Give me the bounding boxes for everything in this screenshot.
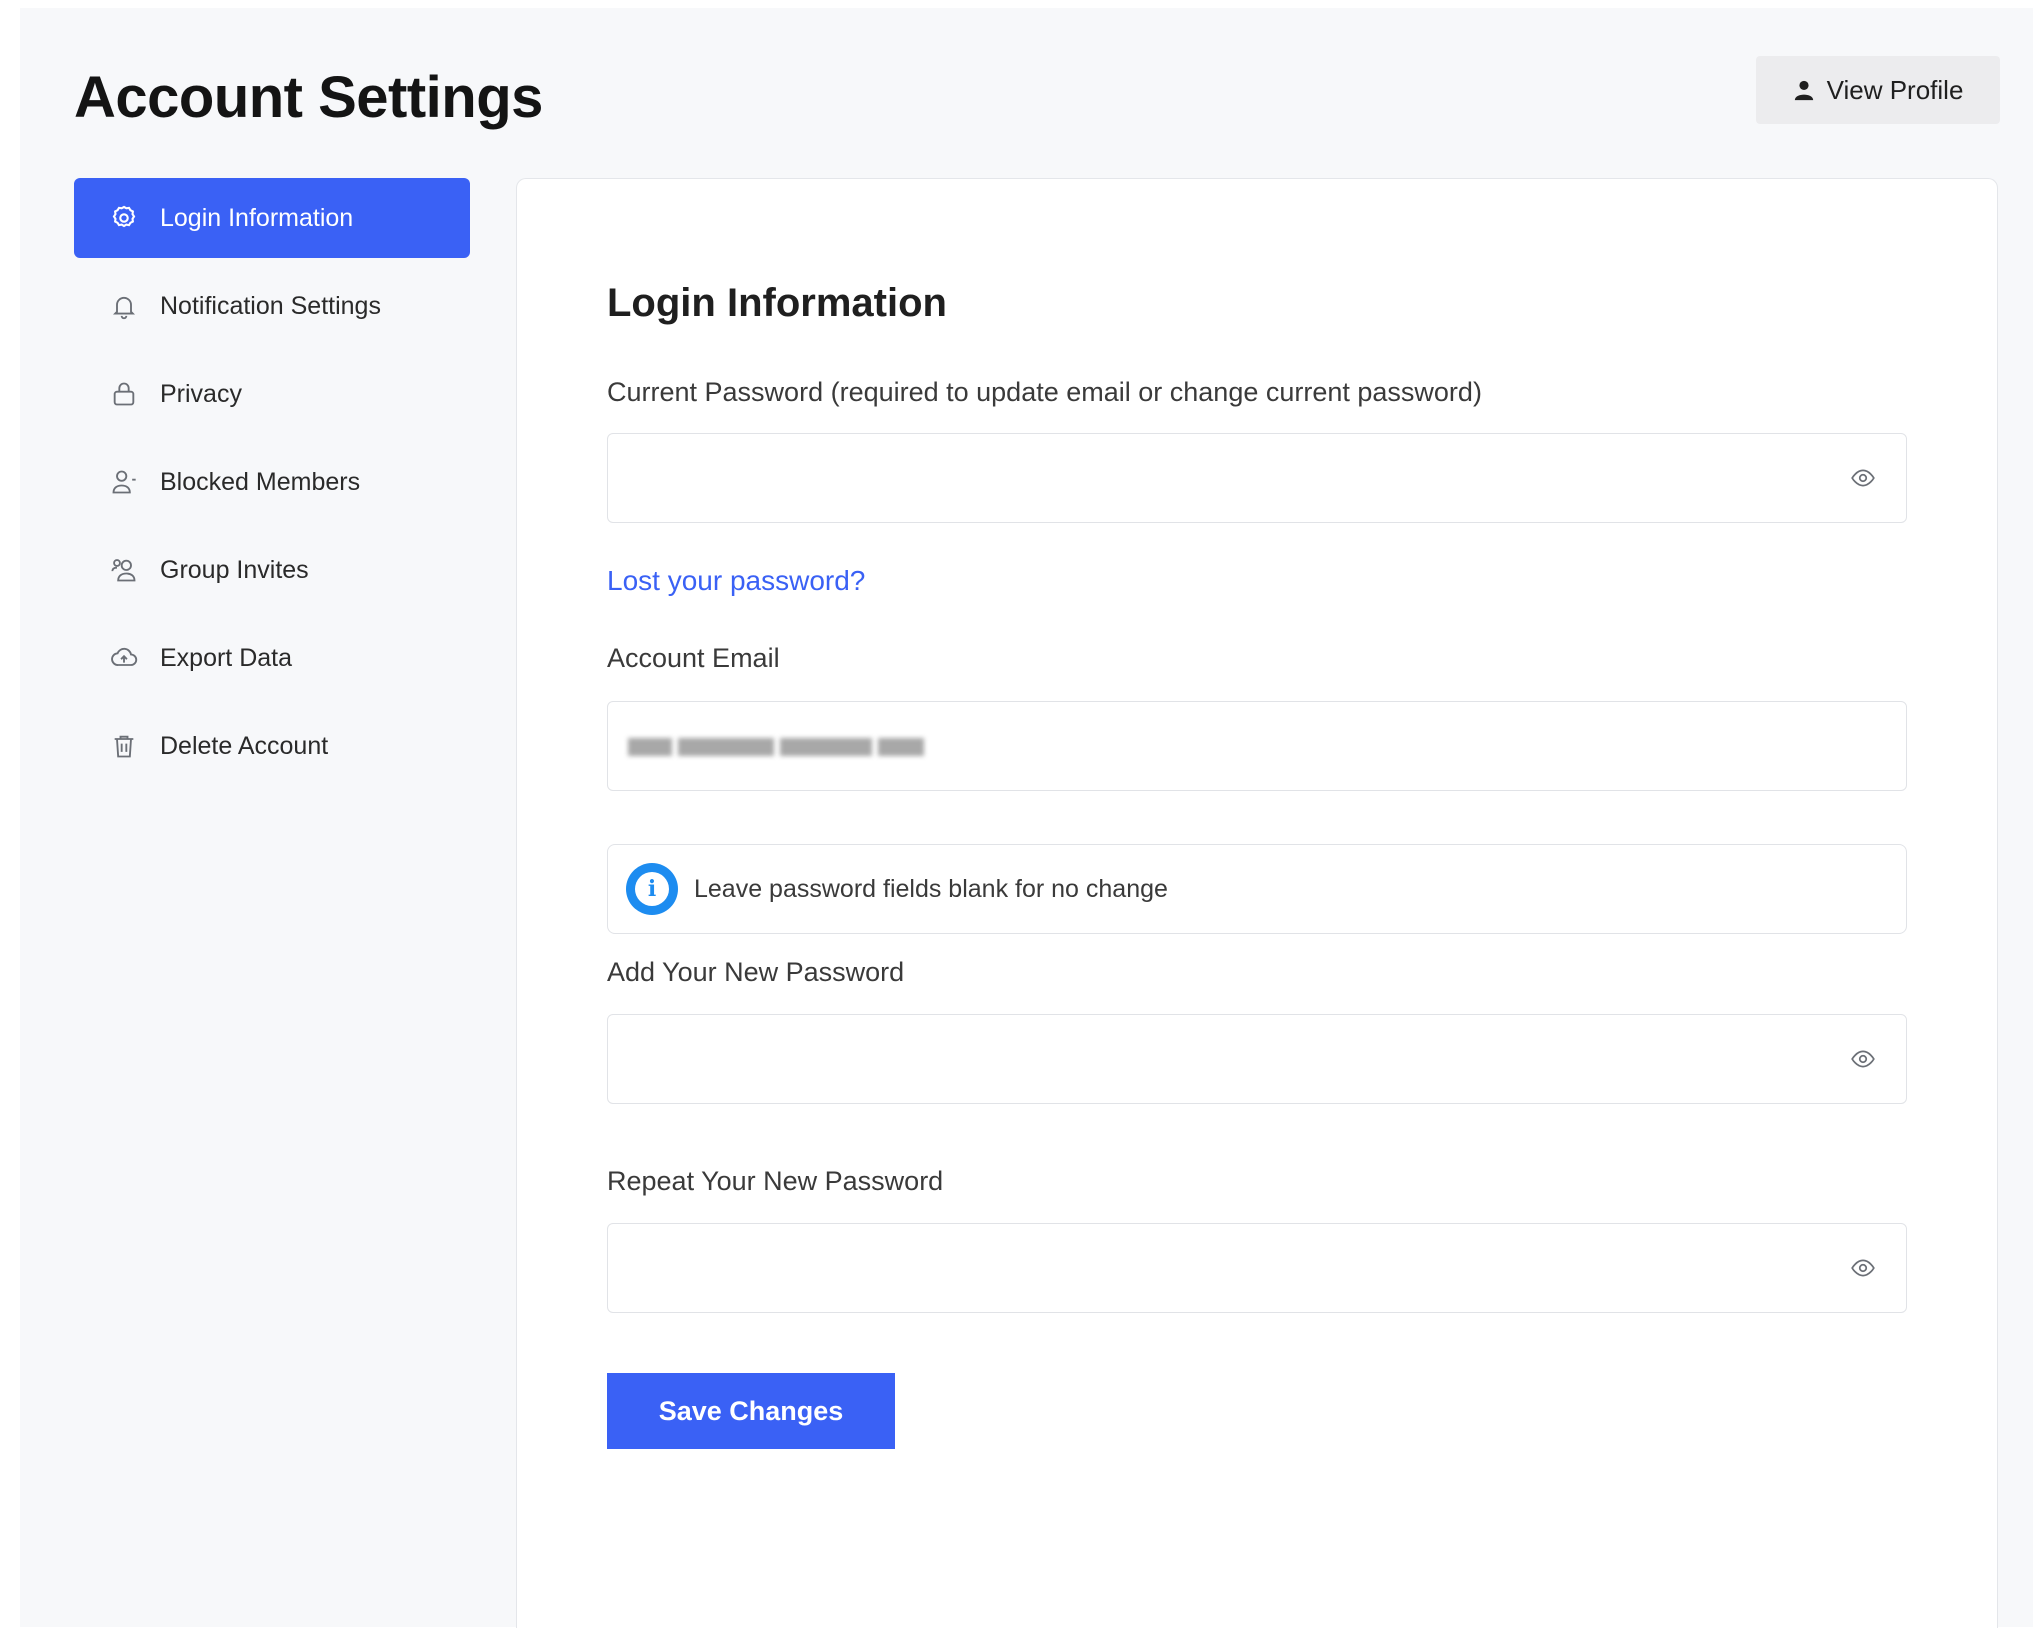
sidebar-item-blocked-members[interactable]: Blocked Members	[74, 442, 470, 522]
new-password-field-wrapper	[607, 1014, 1907, 1104]
sidebar-item-label: Privacy	[160, 379, 242, 408]
sidebar-item-label: Notification Settings	[160, 291, 381, 320]
new-password-label: Add Your New Password	[607, 957, 905, 987]
redacted-email-value	[628, 734, 924, 760]
account-email-label: Account Email	[607, 643, 780, 673]
save-changes-button[interactable]: Save Changes	[607, 1373, 895, 1449]
sidebar-item-label: Login Information	[160, 203, 354, 232]
sidebar-item-login-information[interactable]: Login Information	[74, 178, 470, 258]
lost-password-link[interactable]: Lost your password?	[607, 565, 865, 597]
sidebar-item-label: Blocked Members	[160, 467, 361, 496]
account-email-field[interactable]	[607, 701, 1907, 791]
settings-sidebar: Login Information Notification Settings …	[74, 178, 470, 794]
repeat-password-label: Repeat Your New Password	[607, 1166, 944, 1196]
repeat-password-input[interactable]	[608, 1224, 1828, 1310]
info-notice-text: Leave password fields blank for no chang…	[694, 874, 1168, 903]
sidebar-item-label: Group Invites	[160, 555, 309, 584]
login-information-card: Login Information Current Password (requ…	[516, 178, 1998, 1628]
trash-icon	[110, 732, 138, 760]
sidebar-item-privacy[interactable]: Privacy	[74, 354, 470, 434]
current-password-input[interactable]	[608, 434, 1828, 520]
eye-icon[interactable]	[1850, 465, 1876, 491]
sidebar-item-export-data[interactable]: Export Data	[74, 618, 470, 698]
section-title: Login Information	[607, 281, 947, 325]
sidebar-item-delete-account[interactable]: Delete Account	[74, 706, 470, 786]
current-password-label: Current Password (required to update ema…	[607, 377, 1482, 407]
info-icon: i	[626, 863, 678, 915]
settings-page: Account Settings View Profile Login Info…	[20, 8, 2033, 1628]
view-profile-button[interactable]: View Profile	[1756, 56, 2000, 124]
lock-icon	[110, 380, 138, 408]
sidebar-item-label: Delete Account	[160, 731, 329, 760]
eye-icon[interactable]	[1850, 1046, 1876, 1072]
sidebar-item-notification-settings[interactable]: Notification Settings	[74, 266, 470, 346]
sidebar-item-label: Export Data	[160, 643, 293, 672]
sidebar-item-group-invites[interactable]: Group Invites	[74, 530, 470, 610]
new-password-input[interactable]	[608, 1015, 1828, 1101]
users-icon	[110, 556, 138, 584]
view-profile-label: View Profile	[1826, 74, 1964, 105]
user-blocked-icon	[110, 468, 138, 496]
gear-icon	[110, 204, 138, 232]
password-info-notice: i Leave password fields blank for no cha…	[607, 844, 1907, 934]
repeat-password-field-wrapper	[607, 1223, 1907, 1313]
current-password-field-wrapper	[607, 433, 1907, 523]
page-title: Account Settings	[74, 65, 543, 130]
bell-icon	[110, 292, 138, 320]
user-icon	[1794, 80, 1813, 101]
cloud-upload-icon	[110, 644, 138, 672]
eye-icon[interactable]	[1850, 1255, 1876, 1281]
